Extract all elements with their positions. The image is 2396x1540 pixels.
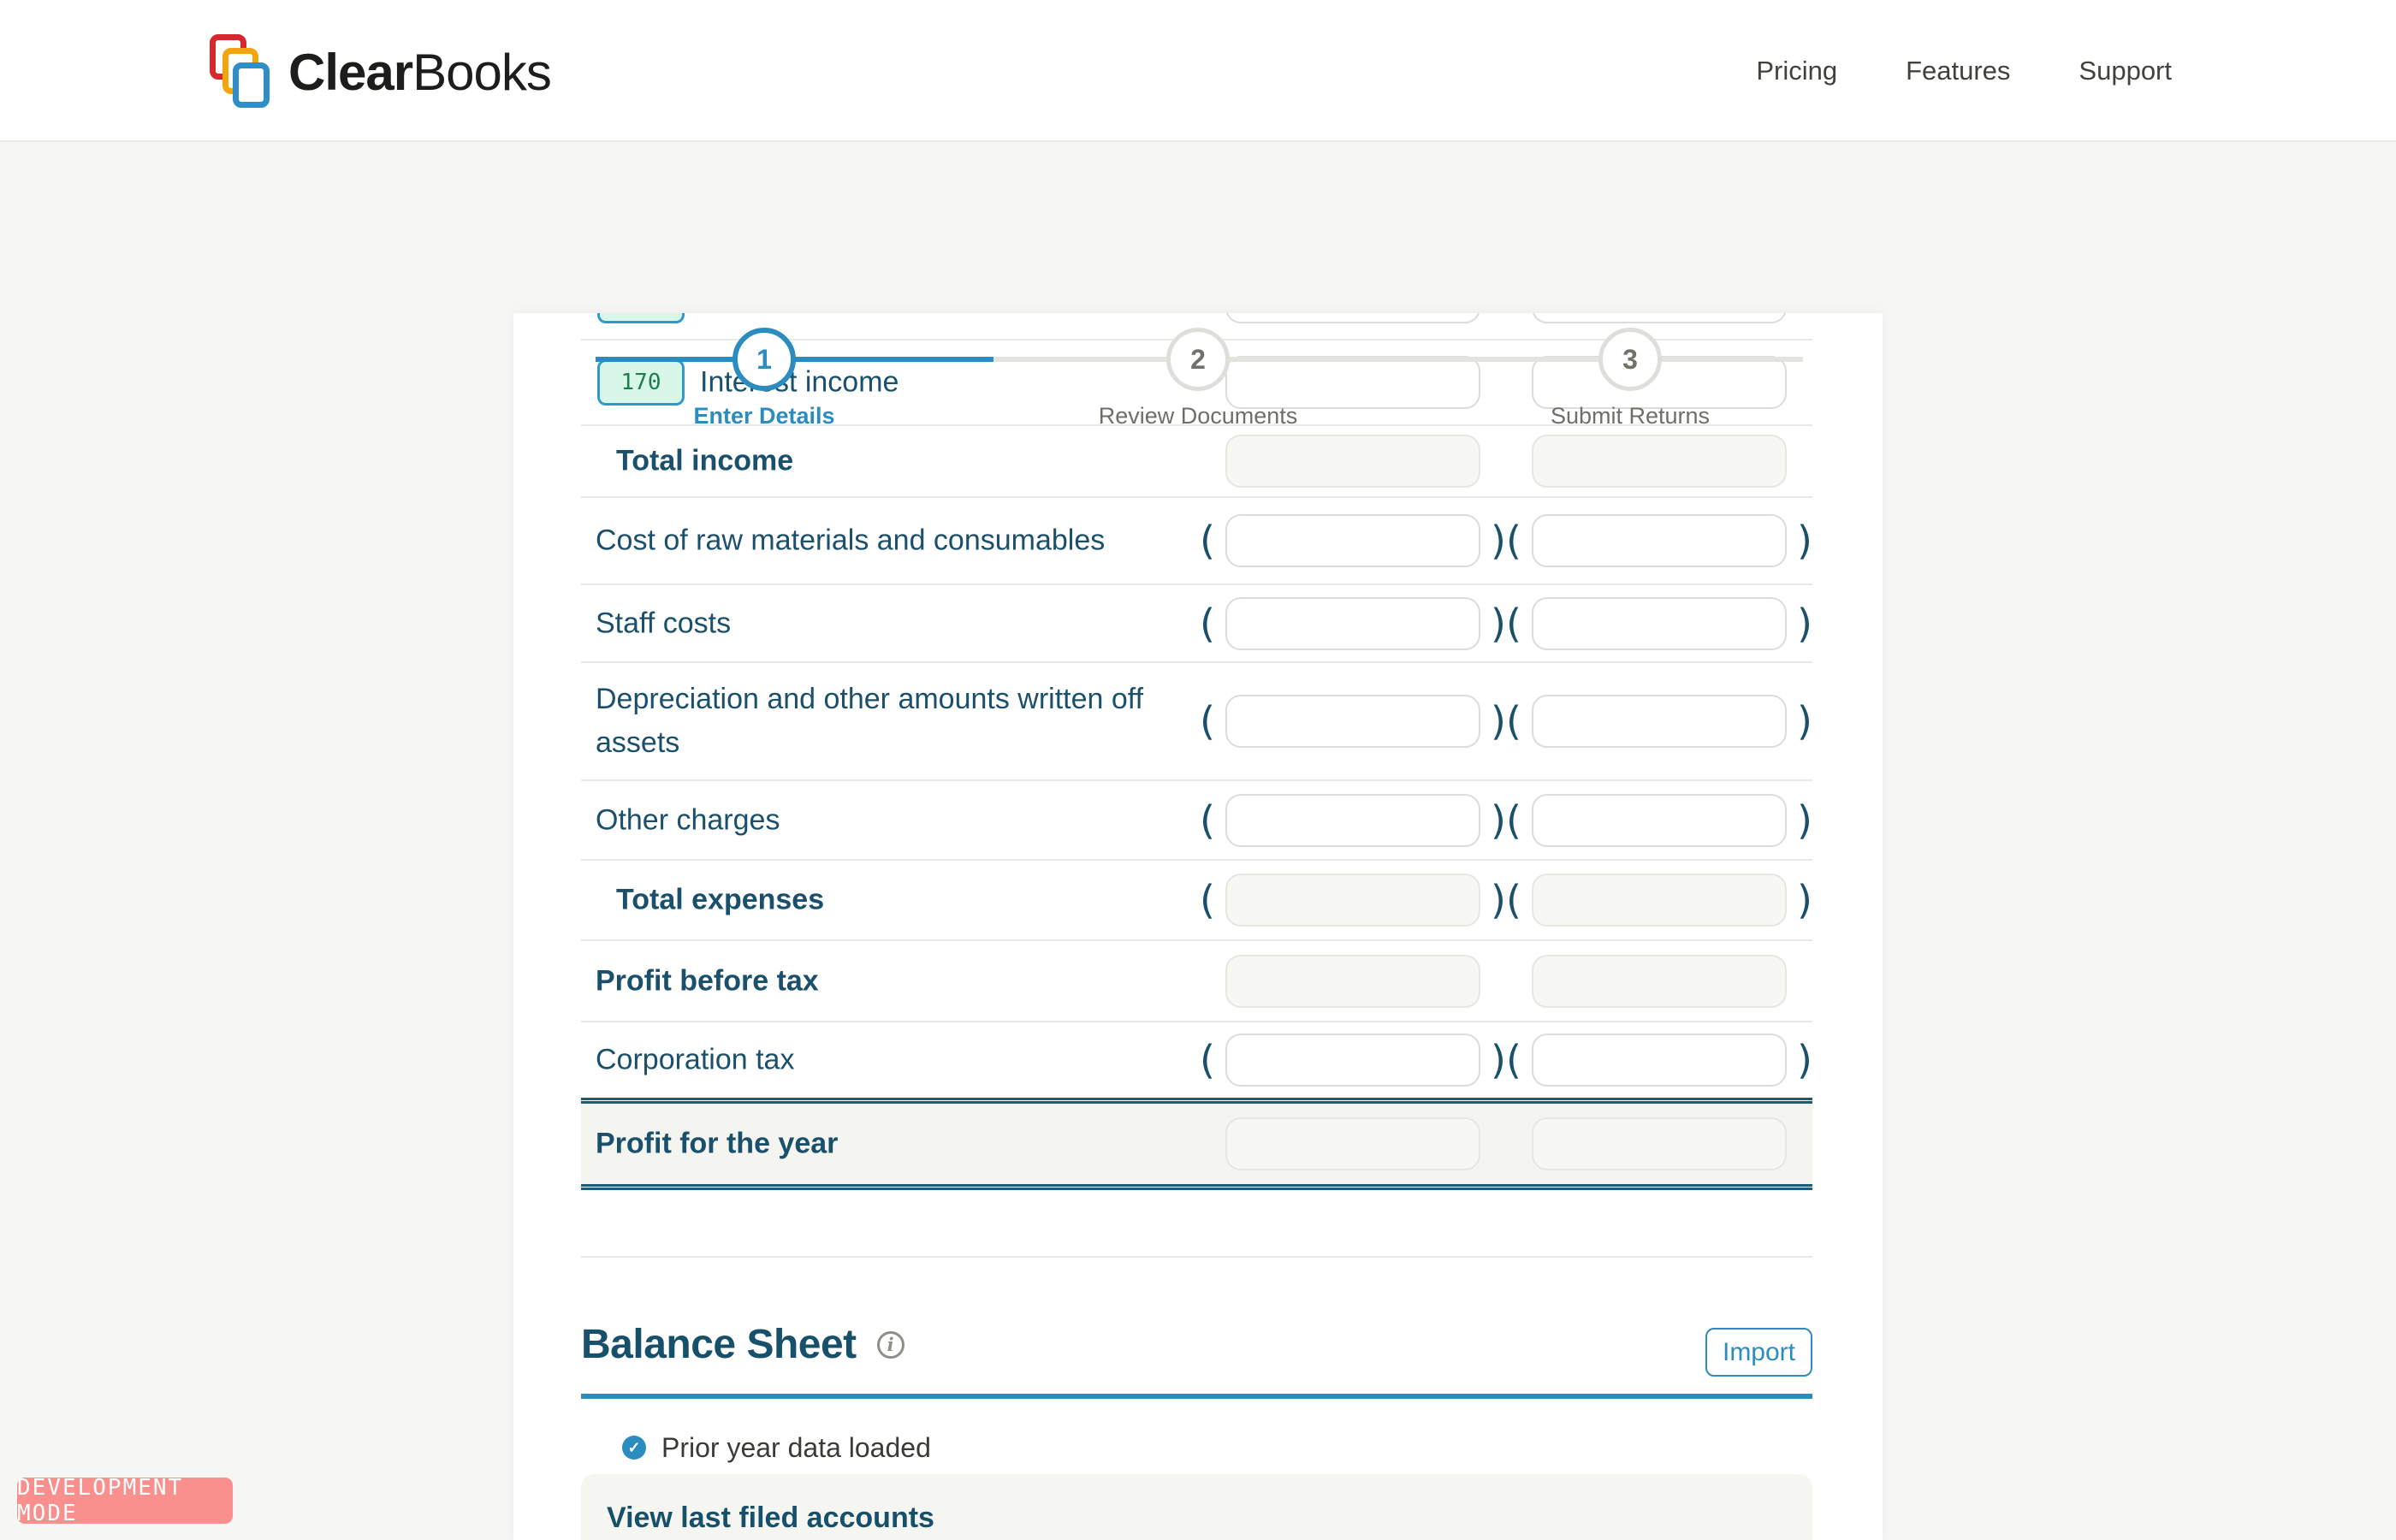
value-input-col1-other-charges[interactable]: [1225, 794, 1480, 847]
logo-square-blue: [233, 62, 270, 108]
step-1-circle: 1: [732, 328, 796, 391]
paren-open: (: [1498, 797, 1521, 844]
row-label: Profit for the year: [596, 1122, 838, 1166]
paren-open: (: [1191, 1037, 1215, 1083]
row-label: Total expenses: [616, 879, 824, 922]
info-icon[interactable]: i: [877, 1331, 904, 1359]
row-label: Total income: [616, 440, 793, 483]
value-input-col1-cost-of-raw-materials[interactable]: [1225, 514, 1480, 567]
import-button[interactable]: Import: [1705, 1328, 1812, 1377]
value-input-col1-total-expenses: [1225, 874, 1480, 927]
nav-pricing[interactable]: Pricing: [1756, 56, 1837, 86]
brand-name: ClearBooks: [288, 43, 551, 102]
row-label: Corporation tax: [596, 1039, 794, 1082]
pnl-row-other-charges: Other charges()(): [581, 779, 1812, 859]
paren-open: (: [1191, 797, 1215, 844]
paren-open: (: [1498, 518, 1521, 564]
row-label: Staff costs: [596, 601, 731, 645]
balance-sheet-title: Balance Sheet: [581, 1321, 857, 1368]
value-input-partial-col2: [1532, 313, 1787, 323]
paren-open: (: [1498, 1037, 1521, 1083]
paren-close: ): [1797, 1037, 1812, 1083]
step-3-circle: 3: [1598, 328, 1662, 391]
double-rule: [581, 1184, 1812, 1190]
step-3-label: Submit Returns: [1551, 403, 1710, 429]
value-input-col2-total-expenses: [1532, 874, 1787, 927]
top-header: ClearBooks Pricing Features Support: [0, 0, 2396, 142]
row-label: Depreciation and other amounts written o…: [596, 678, 1212, 765]
nav-support[interactable]: Support: [2079, 56, 2172, 86]
account-code-badge-partial: [597, 313, 685, 323]
step-2-circle: 2: [1166, 328, 1230, 391]
paren-open: (: [1498, 877, 1521, 923]
value-input-col1-total-income: [1225, 435, 1480, 488]
paren-close: ): [1797, 601, 1812, 647]
value-input-col2-corporation-tax[interactable]: [1532, 1034, 1787, 1087]
pnl-row-profit-for-the-year: Profit for the year: [581, 1104, 1812, 1184]
double-rule: [581, 1098, 1812, 1104]
value-input-col1-staff-costs[interactable]: [1225, 597, 1480, 650]
value-input-col2-cost-of-raw-materials[interactable]: [1532, 514, 1787, 567]
row-label: Other charges: [596, 798, 780, 842]
check-icon: ✓: [622, 1436, 646, 1460]
paren-open: (: [1191, 601, 1215, 647]
value-input-col1-interest-income[interactable]: [1225, 356, 1480, 409]
prior-year-status: ✓ Prior year data loaded: [622, 1425, 931, 1470]
paren-close: ): [1797, 518, 1812, 564]
section-divider: [581, 1256, 1812, 1258]
prior-year-status-text: Prior year data loaded: [661, 1432, 931, 1464]
progress-stepper: 1 Enter Details 2 Review Documents 3 Sub…: [0, 142, 2396, 313]
pnl-row-depreciation: Depreciation and other amounts written o…: [581, 661, 1812, 779]
value-input-col2-profit-before-tax: [1532, 955, 1787, 1008]
paren-open: (: [1498, 698, 1521, 744]
paren-close: ): [1797, 877, 1812, 923]
pnl-row-total-expenses: Total expenses()(): [581, 859, 1812, 939]
value-input-col2-staff-costs[interactable]: [1532, 597, 1787, 650]
paren-close: ): [1797, 698, 1812, 744]
value-input-col2-depreciation[interactable]: [1532, 695, 1787, 748]
step-1-label: Enter Details: [693, 403, 834, 429]
value-input-col1-profit-before-tax: [1225, 955, 1480, 1008]
value-input-col1-corporation-tax[interactable]: [1225, 1034, 1480, 1087]
pnl-row-staff-costs: Staff costs()(): [581, 583, 1812, 661]
pnl-row-cost-of-raw-materials: Cost of raw materials and consumables () (…: [581, 496, 1812, 583]
pnl-row-profit-before-tax: Profit before tax: [581, 939, 1812, 1021]
view-last-filed-accounts-link[interactable]: View last filed accounts: [607, 1502, 934, 1535]
row-label: Profit before tax: [596, 959, 819, 1003]
value-input-col2-other-charges[interactable]: [1532, 794, 1787, 847]
value-input-partial-col1: [1225, 313, 1480, 323]
last-filed-accounts-panel: View last filed accounts: [581, 1474, 1812, 1540]
row-label: Cost of raw materials and consumables: [596, 519, 1105, 563]
paren-close: ): [1797, 797, 1812, 844]
paren-open: (: [1191, 698, 1215, 744]
value-input-col1-profit-for-the-year: [1225, 1117, 1480, 1170]
clearbooks-logo-icon: [210, 34, 276, 110]
development-mode-badge: DEVELOPMENT MODE: [17, 1478, 233, 1524]
value-input-col2-profit-for-the-year: [1532, 1117, 1787, 1170]
balance-sheet-rule: [581, 1394, 1812, 1399]
step-2-label: Review Documents: [1099, 403, 1298, 429]
paren-open: (: [1191, 877, 1215, 923]
row-label: Interest income: [700, 361, 898, 405]
value-input-col2-total-income: [1532, 435, 1787, 488]
nav-features[interactable]: Features: [1906, 56, 2010, 86]
paren-open: (: [1191, 518, 1215, 564]
value-input-col1-depreciation[interactable]: [1225, 695, 1480, 748]
clearbooks-logo: ClearBooks: [210, 34, 551, 110]
pnl-table: 170 Interest income Total income Cost of ra…: [581, 339, 1812, 1190]
account-code-badge: 170: [597, 359, 685, 406]
main-nav: Pricing Features Support: [1756, 0, 2172, 142]
balance-sheet-header: Balance Sheet i: [581, 1321, 904, 1368]
pnl-row-total-income: Total income: [581, 424, 1812, 496]
paren-open: (: [1498, 601, 1521, 647]
pnl-row-corporation-tax: Corporation tax()(): [581, 1021, 1812, 1098]
content-card: 170 Interest income Total income Cost of ra…: [513, 313, 1883, 1540]
